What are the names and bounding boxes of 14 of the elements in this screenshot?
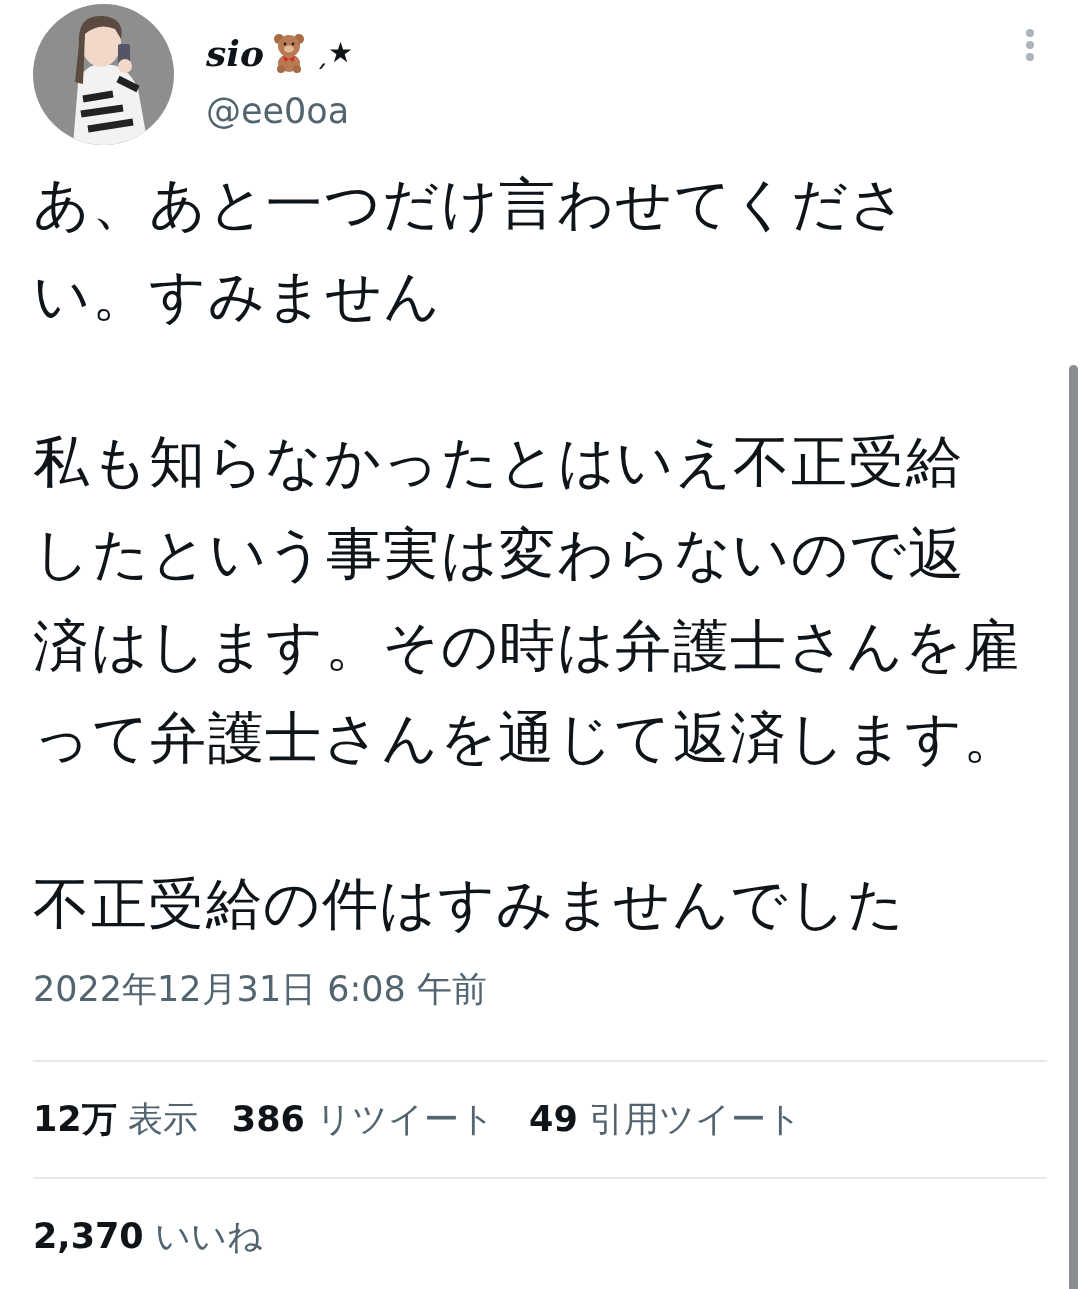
engagement-stat[interactable]: 386 リツイート (231, 1093, 496, 1146)
engagement-stat[interactable]: 2,370 いいね (33, 1210, 263, 1263)
tweet-paragraph: 私も知らなかったとはいえ不正受給 したという事実は変わらないので返 済はします。その時は弁護士さんを雇 って弁護士さんを通じて返済します。 (33, 428, 1022, 772)
tweet-paragraph: あ、あと一つだけ言わせてくださ い。すみません (33, 170, 909, 330)
teddy-bear-icon (271, 33, 306, 73)
tweet-paragraph: 不正受給の件はすみませんでした (33, 870, 907, 938)
more-options-icon[interactable] (1025, 28, 1035, 62)
name-decoration: ˏ★ (313, 35, 354, 71)
engagement-stat[interactable]: 12万 表示 (33, 1093, 198, 1146)
tweet-timestamp: 2022年12月31日 6:08 午前 (33, 968, 488, 1011)
user-handle: @ee0oa (206, 94, 351, 129)
scroll-bar[interactable] (1069, 365, 1078, 1289)
engagement-stat[interactable]: 49 引用ツイート (529, 1093, 802, 1146)
display-name: sio (206, 35, 264, 71)
